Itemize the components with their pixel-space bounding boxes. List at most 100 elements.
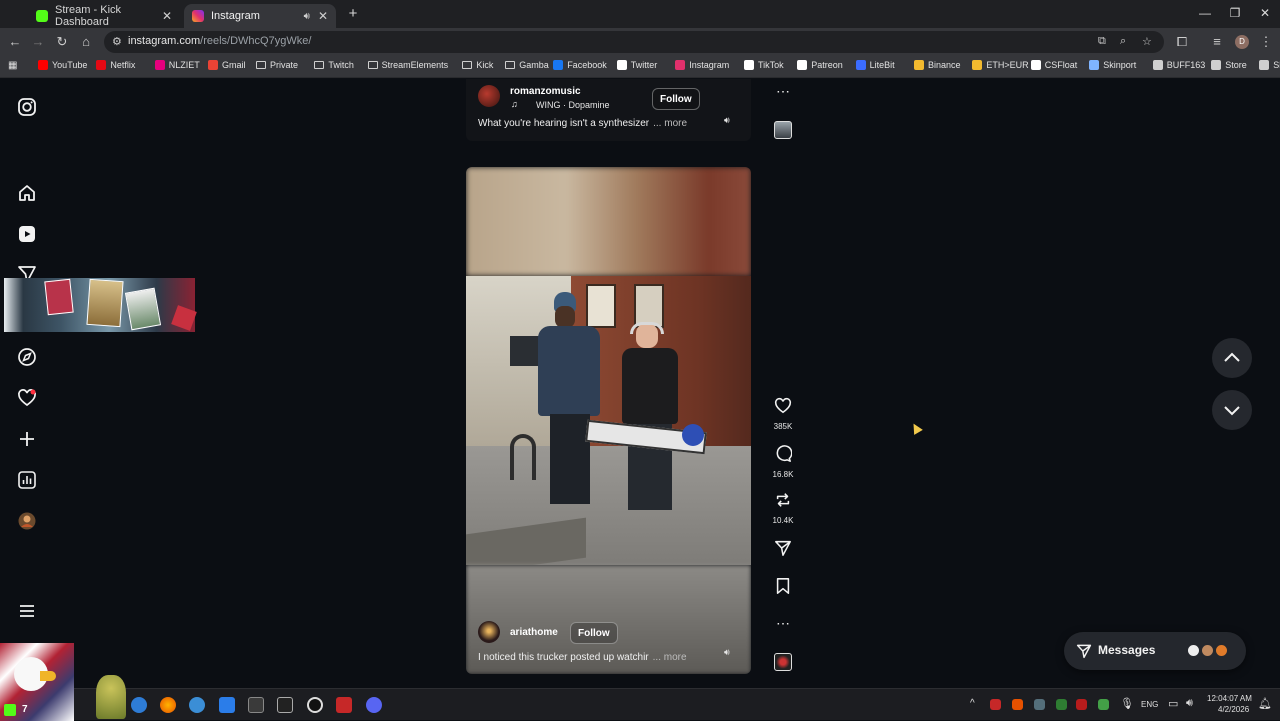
- more-menu-icon[interactable]: [17, 601, 37, 621]
- audio-thumbnail[interactable]: [774, 121, 792, 139]
- previous-reel-button[interactable]: [1212, 338, 1252, 378]
- reel-username[interactable]: romanzomusic: [510, 86, 581, 97]
- cleaner-app-icon[interactable]: [189, 697, 205, 713]
- home-icon[interactable]: ⌂: [78, 34, 94, 50]
- reload-icon[interactable]: ↻: [54, 34, 70, 50]
- maximize-icon[interactable]: ❐: [1220, 6, 1250, 20]
- volume-icon[interactable]: 🔊︎: [1186, 697, 1193, 710]
- tray-app-icon[interactable]: [1012, 699, 1023, 710]
- notepad-icon[interactable]: [219, 697, 235, 713]
- bookmark-star-icon[interactable]: ☆: [1142, 35, 1152, 48]
- close-tab-icon[interactable]: ✕: [162, 9, 172, 23]
- notifications-heart-icon[interactable]: [17, 388, 37, 408]
- reel-caption[interactable]: What you're hearing isn't a synthesizer.…: [478, 118, 687, 129]
- create-post-icon[interactable]: [17, 429, 37, 449]
- install-app-icon[interactable]: ⧉: [1098, 35, 1106, 48]
- bookmark-nlziet[interactable]: NLZIET: [154, 60, 200, 70]
- obs-icon[interactable]: [277, 697, 293, 713]
- logitech-icon[interactable]: [307, 697, 323, 713]
- microphone-icon[interactable]: 🎙︎: [1120, 697, 1134, 710]
- more-options-icon[interactable]: ⋯: [770, 615, 796, 632]
- bookmark-youtube[interactable]: YouTube: [38, 60, 87, 70]
- network-icon[interactable]: ▭: [1168, 697, 1178, 710]
- explore-icon[interactable]: [17, 347, 37, 367]
- dashboard-icon[interactable]: [17, 470, 37, 490]
- bookmark-gamba[interactable]: Gamba: [505, 60, 549, 70]
- bookmark-skinport[interactable]: Skinport: [1089, 60, 1136, 70]
- back-icon[interactable]: ←: [7, 34, 23, 50]
- browser-menu-icon[interactable]: ⋮: [1258, 34, 1274, 50]
- user-avatar[interactable]: [478, 85, 500, 107]
- clock-date[interactable]: 4/2/2026: [1218, 705, 1249, 714]
- apps-grid-icon[interactable]: ▦: [8, 60, 17, 71]
- repost-button[interactable]: 10.4K: [770, 491, 796, 525]
- save-button[interactable]: [770, 577, 796, 600]
- share-button[interactable]: [770, 539, 796, 562]
- profile-avatar[interactable]: D: [1235, 35, 1249, 49]
- clock-time[interactable]: 12:04:07 AM: [1207, 694, 1252, 703]
- instagram-logo-icon[interactable]: [17, 97, 37, 117]
- close-tab-icon[interactable]: ✕: [318, 9, 328, 23]
- discord-icon[interactable]: [366, 697, 382, 713]
- reel-video[interactable]: [466, 276, 751, 565]
- new-tab-button[interactable]: +: [344, 5, 362, 23]
- bookmark-instagram[interactable]: Instagram: [675, 60, 729, 70]
- bookmark-patreon[interactable]: Patreon: [797, 60, 843, 70]
- next-reel-button[interactable]: [1212, 390, 1252, 430]
- mute-toggle-icon[interactable]: 🔊︎: [724, 115, 730, 126]
- messages-button[interactable]: Messages: [1064, 632, 1246, 670]
- bookmark-kick[interactable]: Kick: [462, 60, 493, 70]
- reel-caption[interactable]: I noticed this trucker posted up watchir…: [478, 652, 687, 663]
- steam-tray-icon[interactable]: [1034, 699, 1045, 710]
- security-tray-icon[interactable]: [1098, 699, 1109, 710]
- user-avatar[interactable]: [478, 621, 500, 643]
- address-bar[interactable]: ⚙︎ instagram.com/reels/DWhcQ7ygWke/ ⧉ ⌕ …: [104, 31, 1164, 53]
- voicemeeter-icon[interactable]: [336, 697, 352, 713]
- home-icon[interactable]: [17, 183, 37, 203]
- tray-app-icon[interactable]: [990, 699, 1001, 710]
- microphone-muted-icon[interactable]: [1076, 699, 1087, 710]
- reels-icon[interactable]: [17, 224, 37, 244]
- tray-app-icon[interactable]: [1056, 699, 1067, 710]
- forward-icon[interactable]: →: [30, 34, 46, 50]
- bookmark-skinbaron[interactable]: SkinBaron: [1259, 60, 1280, 70]
- zoom-icon[interactable]: ⌕: [1120, 35, 1126, 48]
- bookmark-tiktok[interactable]: TikTok: [744, 60, 784, 70]
- previous-reel-card[interactable]: romanzomusic ♫ WING · Dopamine Follow Wh…: [466, 79, 751, 141]
- follow-button[interactable]: Follow: [570, 622, 618, 644]
- more-options-icon[interactable]: ⋯: [776, 83, 790, 100]
- bookmark-eth-eur[interactable]: ETH>EUR: [972, 60, 1029, 70]
- url-text[interactable]: instagram.com/reels/DWhcQ7ygWke/: [128, 35, 311, 47]
- profile-avatar[interactable]: [17, 511, 37, 531]
- media-controls-icon[interactable]: ≡: [1209, 34, 1225, 50]
- bookmark-facebook[interactable]: Facebook: [553, 60, 607, 70]
- bookmark-twitch[interactable]: Twitch: [314, 60, 354, 70]
- speaker-icon[interactable]: 🔊︎: [304, 11, 310, 22]
- bookmark-streamelements[interactable]: StreamElements: [367, 60, 448, 70]
- mute-toggle-icon[interactable]: 🔊︎: [724, 647, 730, 658]
- bookmark-litebit[interactable]: LiteBit: [855, 60, 895, 70]
- caption-more-link[interactable]: ... more: [653, 118, 687, 129]
- bookmark-private[interactable]: Private: [256, 60, 298, 70]
- kick-icon[interactable]: [4, 704, 16, 716]
- tab-instagram[interactable]: Instagram 🔊︎ ✕: [184, 4, 336, 28]
- extensions-icon[interactable]: ⧠: [1174, 34, 1190, 50]
- caption-more-link[interactable]: ... more: [653, 652, 687, 663]
- bookmark-gmail[interactable]: Gmail: [208, 60, 246, 70]
- bookmark-twitter[interactable]: Twitter: [616, 60, 657, 70]
- audio-thumbnail[interactable]: [774, 653, 792, 671]
- tray-overflow-icon[interactable]: ^: [970, 698, 975, 709]
- bookmark-csfloat[interactable]: CSFloat: [1030, 60, 1077, 70]
- notifications-icon[interactable]: 🔔︎: [1258, 697, 1272, 710]
- current-reel-card[interactable]: ariathome Follow I noticed this trucker …: [466, 167, 751, 674]
- like-button[interactable]: 385K: [770, 397, 796, 431]
- close-window-icon[interactable]: ✕: [1250, 6, 1280, 20]
- calculator-icon[interactable]: [248, 697, 264, 713]
- site-info-icon[interactable]: ⚙︎: [112, 35, 122, 48]
- tab-kick-dashboard[interactable]: Stream - Kick Dashboard ✕: [28, 4, 180, 28]
- reel-username[interactable]: ariathome: [510, 627, 558, 638]
- reel-audio-title[interactable]: WING · Dopamine: [536, 100, 610, 110]
- minimize-icon[interactable]: —: [1190, 6, 1220, 20]
- bookmark-netflix[interactable]: Netflix: [96, 60, 135, 70]
- language-indicator[interactable]: ENG: [1141, 700, 1158, 709]
